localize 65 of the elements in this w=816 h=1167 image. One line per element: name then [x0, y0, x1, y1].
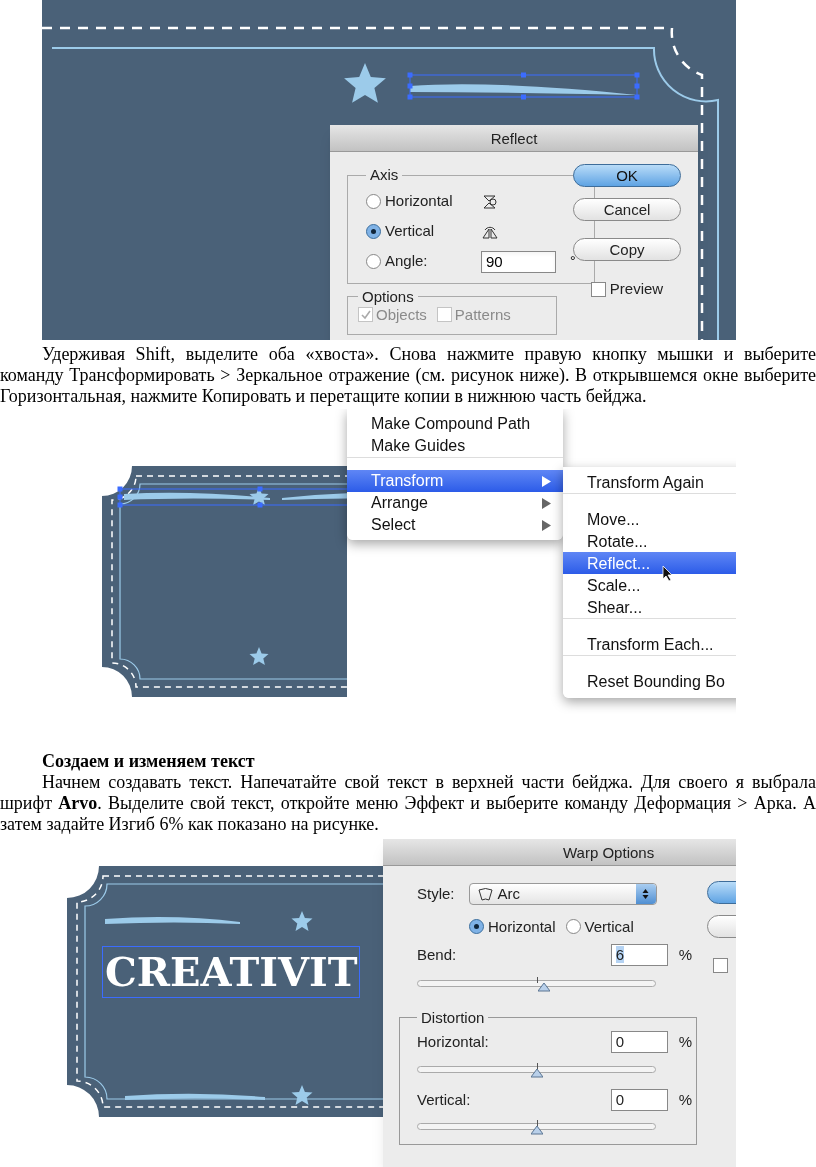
dialog-title: Reflect	[330, 125, 698, 152]
dialog-title: Warp Options	[383, 839, 736, 866]
paragraph: Начнем создавать текст. Напечатайте свой текст в верхней части бейджа. Для своего я выбрала шрифт Arvo. Выделите свой текст, откройте меню Эффект и выберите команду Деформация > Арка. А затем задайте Изгиб 6% как показано на рисунке.	[0, 772, 816, 835]
menu-item[interactable]: Transform Again	[563, 471, 736, 494]
radio-label: Vertical	[385, 221, 436, 242]
degree-unit: °	[570, 252, 576, 271]
radio-button[interactable]	[366, 194, 381, 209]
value-field[interactable]: 0	[610, 1031, 668, 1054]
angle-field[interactable]: 90	[481, 250, 556, 273]
menu-item[interactable]: Scale...	[563, 574, 736, 596]
radio-label: Vertical	[584, 916, 634, 937]
dialog-button[interactable]: Cancel	[573, 198, 681, 221]
radio-button[interactable]	[469, 919, 484, 935]
radio-label: Angle:	[385, 251, 429, 272]
menu-item[interactable]: Transform	[347, 470, 563, 492]
percent-unit: %	[678, 1032, 692, 1052]
checkbox[interactable]	[713, 958, 728, 973]
slider[interactable]	[417, 1120, 656, 1136]
submenu-arrow-icon	[542, 519, 551, 531]
menu-item[interactable]: Reset Bounding Bo	[563, 670, 736, 692]
menu-item[interactable]: Select	[347, 514, 563, 536]
menu-item[interactable]: Arrange	[347, 492, 563, 514]
stepper-icon	[635, 884, 656, 905]
radio-label: Horizontal	[488, 916, 556, 937]
checkbox-label: Patterns	[454, 305, 511, 324]
menu-item[interactable]: Move...	[563, 508, 736, 530]
mouse-cursor-icon	[662, 565, 674, 582]
checkbox-label: Objects	[376, 305, 427, 324]
submenu-arrow-icon	[542, 497, 551, 509]
checkbox-label: Preview	[609, 279, 664, 299]
radio-button[interactable]	[366, 254, 381, 269]
menu-item[interactable]: Make Compound Path	[347, 413, 563, 435]
percent-unit: %	[678, 1089, 692, 1110]
group-label: Axis	[369, 165, 400, 185]
slider-thumb[interactable]	[530, 1068, 543, 1078]
slider[interactable]	[417, 976, 656, 993]
style-label: Style:	[417, 884, 455, 904]
checkbox[interactable]	[590, 281, 606, 297]
menu-item[interactable]: Shear...	[563, 596, 736, 619]
selected-badge-text: CREATIVIT	[102, 946, 361, 998]
paragraph: Удерживая Shift, выделите оба «хвоста». Снова нажмите правую кнопку мышки и выберите команду Трансформировать > Зеркальное отражение (см. рисунок ниже). В открывшемся окне выберите Горизонтальная, нажмите Копировать и перетащите копии в нижнюю часть бейджа.	[0, 344, 816, 407]
field-label: Bend:	[417, 945, 458, 965]
bend-field[interactable]: 6	[610, 944, 668, 967]
group-label: Options	[361, 287, 415, 306]
group-label: Distortion	[420, 1007, 486, 1028]
radio-label: Horizontal	[385, 191, 454, 212]
style-select[interactable]: Arc	[468, 883, 657, 906]
menu-item[interactable]: Reflect...	[563, 552, 736, 574]
percent-unit: %	[678, 945, 692, 965]
slider-thumb[interactable]	[530, 1126, 543, 1135]
reflect-icon	[481, 192, 499, 211]
field-label: Vertical:	[417, 1089, 472, 1110]
slider[interactable]	[417, 1062, 656, 1079]
menu-item[interactable]: Rotate...	[563, 530, 736, 552]
radio-button[interactable]	[366, 224, 381, 239]
value-field[interactable]: 0	[610, 1088, 668, 1111]
dialog-button[interactable]: OK	[573, 164, 681, 187]
menu-item[interactable]: Transform Each...	[563, 633, 736, 656]
menu-item[interactable]: Make Guides	[347, 435, 563, 458]
slider-thumb[interactable]	[537, 982, 550, 992]
field-label: Horizontal:	[417, 1032, 490, 1052]
radio-button[interactable]	[565, 919, 581, 935]
submenu-arrow-icon	[542, 475, 551, 487]
section-heading: Создаем и изменяем текст	[41, 751, 256, 772]
arc-icon	[477, 887, 493, 901]
